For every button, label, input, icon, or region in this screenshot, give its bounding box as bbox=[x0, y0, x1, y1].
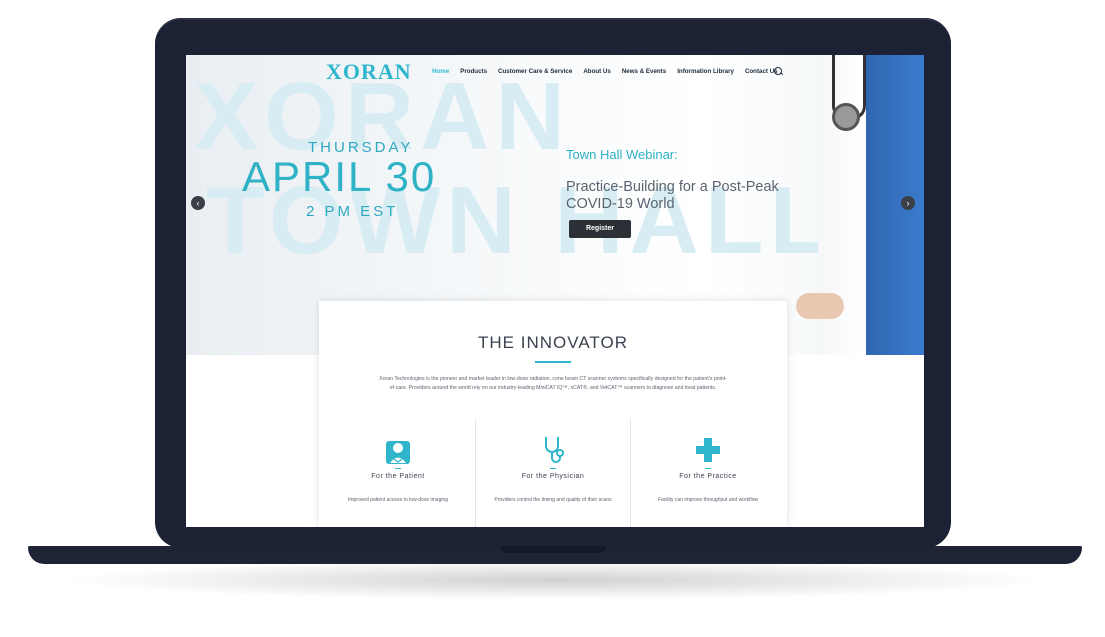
doctor-hand bbox=[796, 293, 844, 319]
column-description: Providers control the timing and quality… bbox=[494, 497, 612, 503]
top-navigation: XORAN Home Products Customer Care & Serv… bbox=[186, 55, 924, 91]
column-divider-dash bbox=[550, 468, 556, 469]
column-description: Improved patient access to low-dose imag… bbox=[347, 497, 449, 503]
carousel-next-icon[interactable]: › bbox=[901, 196, 915, 210]
laptop-notch bbox=[500, 546, 606, 553]
medical-cross-icon bbox=[696, 438, 720, 462]
search-icon[interactable] bbox=[774, 67, 782, 75]
event-time: 2 PM EST bbox=[306, 203, 399, 220]
webinar-label: Town Hall Webinar: bbox=[566, 147, 678, 162]
column-divider-dash bbox=[705, 468, 711, 469]
column-description: Facility can improve throughput and work… bbox=[657, 497, 759, 503]
main-menu: Home Products Customer Care & Service Ab… bbox=[432, 68, 789, 75]
xoran-logo[interactable]: XORAN bbox=[326, 59, 412, 85]
stethoscope-head bbox=[832, 103, 860, 131]
nav-about-us[interactable]: About Us bbox=[583, 68, 611, 75]
innovator-card: THE INNOVATOR Xoran Technologies is the … bbox=[319, 301, 787, 527]
stethoscope-icon bbox=[545, 437, 564, 463]
column-title: For the Patient bbox=[371, 473, 425, 480]
title-underline bbox=[535, 361, 571, 363]
column-title: For the Physician bbox=[521, 473, 585, 480]
column-title: For the Practice bbox=[679, 473, 737, 480]
laptop-shadow bbox=[60, 560, 1050, 600]
nav-home[interactable]: Home bbox=[432, 68, 449, 75]
register-button[interactable]: Register bbox=[569, 220, 631, 238]
innovator-title: THE INNOVATOR bbox=[478, 333, 628, 352]
nav-customer-care[interactable]: Customer Care & Service bbox=[498, 68, 572, 75]
nav-information-library[interactable]: Information Library bbox=[677, 68, 734, 75]
laptop-screen: XORAN TOWN HALL XORAN Home Products Cust… bbox=[186, 55, 924, 527]
nav-products[interactable]: Products bbox=[460, 68, 487, 75]
feature-column-physician: For the Physician Providers control the … bbox=[475, 419, 630, 527]
nav-contact-us[interactable]: Contact Us bbox=[745, 68, 778, 75]
column-divider-dash bbox=[395, 468, 401, 469]
feature-column-patient: For the Patient Improved patient access … bbox=[321, 419, 475, 527]
webinar-title: Practice-Building for a Post-Peak COVID-… bbox=[566, 179, 779, 212]
carousel-prev-icon[interactable]: ‹ bbox=[191, 196, 205, 210]
doctor-scrubs bbox=[866, 55, 924, 355]
innovator-description: Xoran Technologies is the pioneer and ma… bbox=[379, 376, 727, 391]
logo-text: XORAN bbox=[326, 59, 412, 84]
patient-icon bbox=[386, 441, 410, 464]
event-date: APRIL 30 bbox=[242, 153, 437, 200]
nav-news-events[interactable]: News & Events bbox=[622, 68, 666, 75]
feature-column-practice: For the Practice Facility can improve th… bbox=[630, 419, 785, 527]
